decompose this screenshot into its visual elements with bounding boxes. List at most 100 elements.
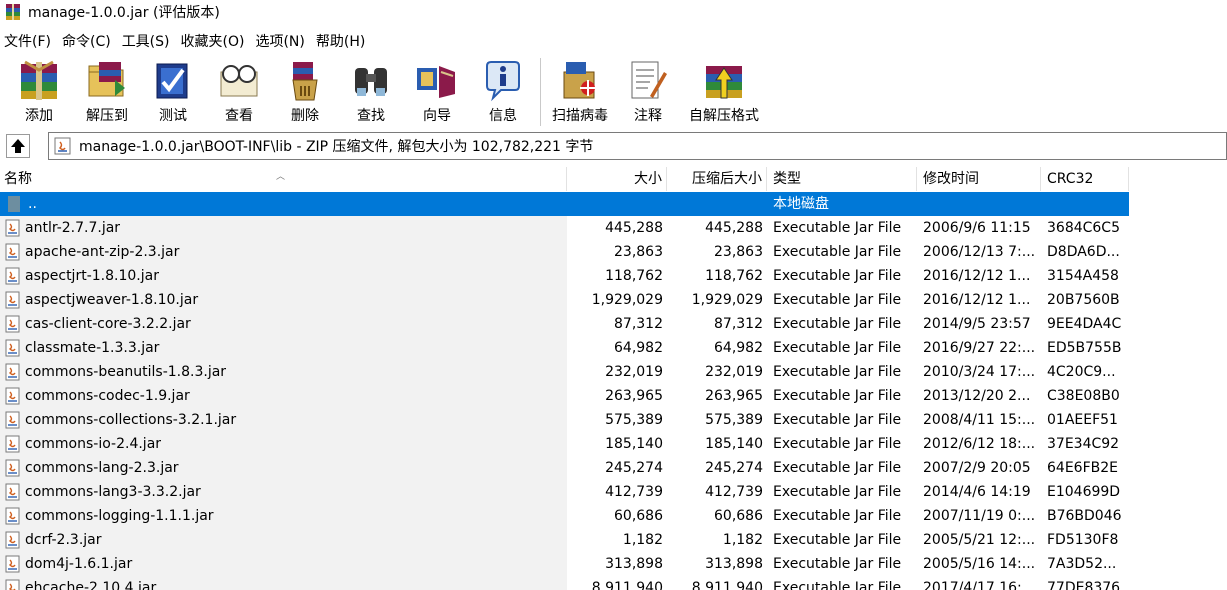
file-modified-cell: 2016/9/27 22:... <box>923 340 1036 356</box>
parent-size-cell <box>567 192 667 216</box>
file-modified-cell: 2014/4/6 14:19 <box>923 484 1031 500</box>
file-name: commons-logging-1.1.1.jar <box>25 508 214 524</box>
jar-file-icon <box>4 531 22 549</box>
file-packed-size-cell: 23,863 <box>714 244 763 260</box>
wizard-button[interactable]: 向导 <box>404 54 470 126</box>
file-size-cell: 64,982 <box>614 340 663 356</box>
column-header-name[interactable]: 名称 ︿ <box>0 167 567 191</box>
file-modified-cell: 2007/2/9 20:05 <box>923 460 1031 476</box>
jar-file-icon <box>4 291 22 309</box>
virus-scan-button[interactable]: 扫描病毒 <box>545 54 615 126</box>
file-row[interactable]: dcrf-2.3.jar 1,182 1,182 Executable Jar Fil… <box>0 528 1227 552</box>
column-crc-label: CRC32 <box>1047 171 1094 187</box>
file-name: apache-ant-zip-2.3.jar <box>25 244 180 260</box>
file-size-cell: 313,898 <box>605 556 663 572</box>
file-row[interactable]: classmate-1.3.3.jar 64,982 64,982 Executabl… <box>0 336 1227 360</box>
info-button[interactable]: 信息 <box>470 54 536 126</box>
view-icon <box>217 57 261 103</box>
jar-file-icon <box>4 387 22 405</box>
file-row[interactable]: commons-io-2.4.jar 185,140 185,140 Executab… <box>0 432 1227 456</box>
file-size-cell: 445,288 <box>605 220 663 236</box>
wizard-label: 向导 <box>423 108 451 124</box>
jar-file-icon <box>4 267 22 285</box>
file-packed-size-cell: 245,274 <box>705 460 763 476</box>
parent-name: .. <box>28 196 37 212</box>
parent-folder-icon <box>8 196 20 212</box>
jar-file-icon <box>4 315 22 333</box>
sfx-label: 自解压格式 <box>689 108 759 124</box>
column-header-modified[interactable]: 修改时间 <box>917 167 1041 191</box>
file-name: commons-lang3-3.3.2.jar <box>25 484 201 500</box>
extract-to-button[interactable]: 解压到 <box>74 54 140 126</box>
test-button[interactable]: 测试 <box>140 54 206 126</box>
menu-commands[interactable]: 命令(C) <box>58 31 118 51</box>
file-row[interactable]: commons-lang3-3.3.2.jar 412,739 412,739 Exe… <box>0 480 1227 504</box>
find-label: 查找 <box>357 108 385 124</box>
file-crc-cell: 77DE8376 <box>1047 580 1121 590</box>
file-packed-size-cell: 313,898 <box>705 556 763 572</box>
delete-button[interactable]: 删除 <box>272 54 338 126</box>
file-row[interactable]: cas-client-core-3.2.2.jar 87,312 87,312 Exe… <box>0 312 1227 336</box>
menu-file[interactable]: 文件(F) <box>0 31 58 51</box>
file-modified-cell: 2006/9/6 11:15 <box>923 220 1031 236</box>
file-name: aspectjrt-1.8.10.jar <box>25 268 159 284</box>
sfx-button[interactable]: 自解压格式 <box>681 54 767 126</box>
file-packed-size-cell: 8,911,940 <box>691 580 763 590</box>
virus-scan-icon <box>558 57 602 103</box>
menu-favorites[interactable]: 收藏夹(O) <box>177 31 252 51</box>
menu-bar: 文件(F) 命令(C) 工具(S) 收藏夹(O) 选项(N) 帮助(H) <box>0 30 372 52</box>
column-header-packed[interactable]: 压缩后大小 <box>667 167 767 191</box>
file-type-cell: Executable Jar File <box>773 292 902 308</box>
up-folder-button[interactable] <box>6 134 30 158</box>
comment-icon <box>626 57 670 103</box>
file-packed-size-cell: 575,389 <box>705 412 763 428</box>
title-bar: manage-1.0.0.jar (评估版本) <box>0 0 1227 24</box>
file-modified-cell: 2010/3/24 17:... <box>923 364 1036 380</box>
file-row[interactable]: aspectjweaver-1.8.10.jar 1,929,029 1,929,0… <box>0 288 1227 312</box>
file-packed-size-cell: 1,182 <box>722 532 763 548</box>
file-row[interactable]: commons-codec-1.9.jar 263,965 263,965 Execu… <box>0 384 1227 408</box>
jar-file-icon <box>4 555 22 573</box>
file-modified-cell: 2008/4/11 15:... <box>923 412 1036 428</box>
file-size-cell: 1,182 <box>622 532 663 548</box>
file-row[interactable]: commons-lang-2.3.jar 245,274 245,274 Execut… <box>0 456 1227 480</box>
file-size-cell: 118,762 <box>605 268 663 284</box>
file-crc-cell: 9EE4DA4C <box>1047 316 1122 332</box>
info-icon <box>481 57 525 103</box>
parent-folder-row[interactable]: .. 本地磁盘 <box>0 192 1227 216</box>
menu-help[interactable]: 帮助(H) <box>312 31 372 51</box>
file-name-cell: commons-collections-3.2.1.jar <box>0 408 567 432</box>
file-row[interactable]: commons-logging-1.1.1.jar 60,686 60,686 Exe… <box>0 504 1227 528</box>
jar-file-icon <box>4 435 22 453</box>
file-name-cell: classmate-1.3.3.jar <box>0 336 567 360</box>
file-crc-cell: D8DA6D... <box>1047 244 1120 260</box>
column-header-size[interactable]: 大小 <box>567 167 667 191</box>
menu-options[interactable]: 选项(N) <box>251 31 311 51</box>
menu-tools[interactable]: 工具(S) <box>118 31 177 51</box>
file-type-cell: Executable Jar File <box>773 580 902 590</box>
file-name-cell: antlr-2.7.7.jar <box>0 216 567 240</box>
file-type-cell: Executable Jar File <box>773 268 902 284</box>
view-button[interactable]: 查看 <box>206 54 272 126</box>
find-button[interactable]: 查找 <box>338 54 404 126</box>
file-crc-cell: 37E34C92 <box>1047 436 1120 452</box>
address-field[interactable]: manage-1.0.0.jar\BOOT-INF\lib - ZIP 压缩文件… <box>48 132 1227 160</box>
file-row[interactable]: antlr-2.7.7.jar 445,288 445,288 Executable … <box>0 216 1227 240</box>
column-header-type[interactable]: 类型 <box>767 167 917 191</box>
file-row[interactable]: aspectjrt-1.8.10.jar 118,762 118,762 Execut… <box>0 264 1227 288</box>
file-row[interactable]: dom4j-1.6.1.jar 313,898 313,898 Executable … <box>0 552 1227 576</box>
file-row[interactable]: ehcache-2.10.4.jar 8,911,940 8,911,940 Exec… <box>0 576 1227 590</box>
file-row[interactable]: commons-beanutils-1.8.3.jar 232,019 232,01… <box>0 360 1227 384</box>
column-header-crc[interactable]: CRC32 <box>1041 167 1129 191</box>
file-name-cell: commons-lang3-3.3.2.jar <box>0 480 567 504</box>
file-row[interactable]: commons-collections-3.2.1.jar 575,389 575,… <box>0 408 1227 432</box>
column-packed-label: 压缩后大小 <box>692 171 762 187</box>
file-modified-cell: 2006/12/13 7:... <box>923 244 1036 260</box>
add-button[interactable]: 添加 <box>8 54 70 126</box>
file-row[interactable]: apache-ant-zip-2.3.jar 23,863 23,863 Execut… <box>0 240 1227 264</box>
file-list: .. 本地磁盘 antlr-2.7.7.jar 445,288 445,288 Exe… <box>0 192 1227 590</box>
virus-scan-label: 扫描病毒 <box>552 108 608 124</box>
parent-name-cell: .. <box>0 192 567 216</box>
jar-file-icon <box>4 459 22 477</box>
comment-button[interactable]: 注释 <box>615 54 681 126</box>
